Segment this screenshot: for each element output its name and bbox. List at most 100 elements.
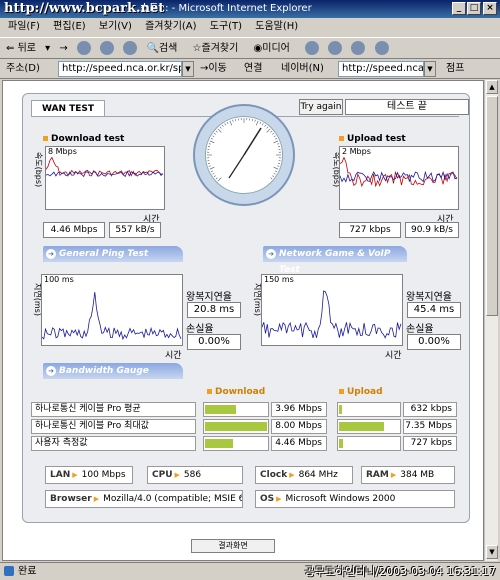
naver-toolbar[interactable]: 네이버(N): [281, 59, 324, 79]
tab-wan-test[interactable]: WAN TEST: [31, 100, 105, 117]
download-title-text: Download test: [51, 134, 125, 144]
game-line-chart: [262, 290, 402, 339]
cpu-value: 586: [183, 470, 202, 480]
go-button[interactable]: →이동: [200, 59, 227, 79]
bandwidth-row-label: 하나로통신 케이블 Pro 최대값: [31, 419, 196, 434]
menu-favorites[interactable]: 즐겨찾기(A): [145, 21, 196, 32]
page-viewport: WAN TEST Try again 테스트 끝 Download test 속…: [2, 80, 484, 561]
scroll-down-icon[interactable]: ▼: [486, 545, 498, 559]
media-button[interactable]: ◉미디어: [254, 43, 296, 54]
os-label: OS: [260, 494, 275, 504]
upload-line-chart: [340, 156, 458, 188]
speed-gauge: [193, 104, 295, 206]
address-label: 주소(D): [6, 63, 40, 74]
forward-button[interactable]: →: [59, 43, 67, 54]
game-delay-value: 45.4 ms: [407, 302, 461, 318]
upload-speed-kbs: 90.9 kB/s: [405, 222, 459, 238]
jump-button[interactable]: 점프: [446, 59, 464, 79]
back-button[interactable]: ⇐ 뒤로 ▾: [6, 43, 50, 54]
maximize-button[interactable]: □: [467, 2, 481, 15]
naver-search-input[interactable]: http://speed.nca.: [338, 61, 424, 77]
window-title: 스트::: - Microsoft Internet Explorer: [140, 3, 312, 14]
upload-bar: [337, 402, 401, 417]
stop-icon[interactable]: [76, 41, 91, 55]
search-button[interactable]: 🔍검색: [147, 43, 184, 54]
address-bar: 주소(D) http://speed.nca.or.kr/spe ▼ →이동 연…: [0, 59, 500, 79]
ping-xlabel: 시간: [165, 351, 182, 361]
favorites-button[interactable]: ☆즐겨찾기: [193, 43, 245, 54]
clock-label: Clock: [260, 470, 288, 480]
toolbar: ⇐ 뒤로 ▾ → 🔍검색 ☆즐겨찾기 ◉미디어: [0, 37, 500, 59]
game-section-title: Network Game & VoIP Test: [279, 249, 391, 275]
edit-icon[interactable]: [374, 41, 389, 55]
vertical-scrollbar[interactable]: ▲ ▼: [484, 80, 498, 561]
scroll-up-icon[interactable]: ▲: [486, 80, 498, 94]
gauge-needle-tail: [228, 154, 245, 179]
arrow-icon: ➔: [46, 249, 56, 259]
browser-value: Mozilla/4.0 (compatible; MSIE 6.0: [103, 494, 243, 504]
print-icon[interactable]: [351, 41, 366, 55]
address-dropdown[interactable]: ▼: [182, 61, 194, 77]
minimize-button[interactable]: _: [452, 2, 466, 15]
clock-info: Clock ▶ 864 MHz: [255, 466, 353, 484]
upload-value: 7.35 Mbps: [403, 419, 457, 434]
try-again-button[interactable]: Try again: [299, 99, 343, 115]
history-icon[interactable]: [305, 41, 320, 55]
ping-delay-label: 왕복지연율: [186, 292, 232, 303]
ping-delay-value: 20.8 ms: [187, 302, 241, 318]
upload-bar: [337, 419, 401, 434]
go-label: 이동: [208, 63, 227, 74]
status-watermark: 공무도하인터니/2003-03-04 16:31:17: [304, 565, 496, 578]
back-label: 뒤로: [17, 43, 36, 54]
arrow-right-icon: ▶: [93, 495, 100, 503]
clock-value: 864 MHz: [298, 470, 338, 480]
close-button[interactable]: ×: [483, 2, 497, 15]
menu-tools[interactable]: 도구(T): [210, 21, 242, 32]
test-status-field: 테스트 끝: [345, 99, 469, 115]
gauge-needle: [243, 127, 262, 156]
menu-edit[interactable]: 편집(E): [53, 21, 86, 32]
upload-test-title: Upload test: [339, 134, 406, 144]
naver-search-dropdown[interactable]: ▼: [424, 61, 436, 77]
home-icon[interactable]: [123, 41, 138, 55]
download-header-text: Download: [215, 387, 266, 397]
upload-bar-fill: [339, 405, 342, 414]
download-bar: [203, 419, 269, 434]
lan-label: LAN: [50, 470, 71, 480]
mail-icon[interactable]: [328, 41, 343, 55]
scroll-thumb[interactable]: [486, 96, 498, 316]
game-xlabel: 시간: [385, 351, 402, 361]
section-network-game: ➔ Network Game & VoIP Test: [263, 246, 407, 275]
bullet-icon: [339, 136, 344, 141]
menu-view[interactable]: 보기(V): [99, 21, 132, 32]
ping-graph: 100 ms: [41, 274, 183, 346]
arrow-icon: ➔: [266, 249, 276, 259]
section-bandwidth-gauge: ➔ Bandwidth Gauge: [43, 363, 183, 379]
bandwidth-section-title: Bandwidth Gauge: [59, 366, 149, 376]
upload-value: 632 kbps: [403, 402, 457, 417]
menu-help[interactable]: 도움말(H): [255, 21, 298, 32]
section-general-ping: ➔ General Ping Test: [43, 246, 183, 262]
os-value: Microsoft Windows 2000: [285, 494, 396, 504]
menu-file[interactable]: 파일(F): [8, 21, 40, 32]
links-button[interactable]: 연결: [244, 59, 262, 79]
gauge-dial: [207, 118, 281, 182]
ping-loss-value: 0.00%: [187, 334, 241, 350]
favorites-label: 즐겨찾기: [201, 43, 239, 54]
game-graph: 150 ms: [261, 274, 403, 346]
test-panel: WAN TEST Try again 테스트 끝 Download test 속…: [22, 93, 470, 523]
address-input[interactable]: http://speed.nca.or.kr/spe: [58, 61, 182, 77]
upload-header-text: Upload: [347, 387, 383, 397]
lan-value: 100 Mbps: [81, 470, 126, 480]
page-icon: [4, 566, 14, 576]
bandwidth-row-label: 하나로통신 케이블 Pro 평균: [31, 402, 196, 417]
media-label: 미디어: [262, 43, 290, 54]
status-text: 완료: [18, 566, 37, 577]
status-bar: 완료 공무도하인터니/2003-03-04 16:31:17: [0, 562, 500, 580]
download-bar: [203, 402, 269, 417]
refresh-icon[interactable]: [100, 41, 115, 55]
arrow-right-icon: ▶: [174, 471, 180, 479]
game-delay-label: 왕복지연율: [406, 292, 452, 303]
result-button[interactable]: 결과화면: [191, 539, 275, 553]
game-loss-value: 0.00%: [407, 334, 461, 350]
